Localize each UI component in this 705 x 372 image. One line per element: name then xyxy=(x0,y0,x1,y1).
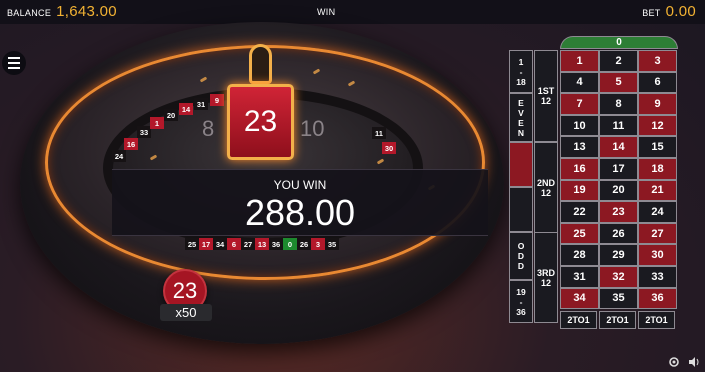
bet-cell-11[interactable]: 11 xyxy=(599,114,638,137)
bet-cell-22[interactable]: 22 xyxy=(560,201,599,223)
win-panel: YOU WIN 288.00 xyxy=(112,169,488,236)
bet-cell-8[interactable]: 8 xyxy=(599,93,638,115)
bet-cell-32[interactable]: 32 xyxy=(599,266,638,288)
bet-cell-35[interactable]: 35 xyxy=(599,287,638,310)
bet-cell-34[interactable]: 34 xyxy=(560,287,599,310)
bet-cell-10[interactable]: 10 xyxy=(560,114,599,137)
win-amount: 288.00 xyxy=(244,192,356,233)
bet-cell-21[interactable]: 21 xyxy=(638,179,677,202)
bet-cell-2[interactable]: 2 xyxy=(599,50,638,72)
winning-number-tile: 23 xyxy=(227,84,294,160)
bet-cell-26[interactable]: 26 xyxy=(599,222,638,245)
bet-dozen-2[interactable]: 2ND 12 xyxy=(534,142,558,234)
win-label: WIN xyxy=(317,7,336,17)
bet-cell-zero[interactable]: 0 xyxy=(560,36,678,49)
bet-cell-25[interactable]: 25 xyxy=(560,222,599,245)
bet-odd[interactable]: ODD xyxy=(509,232,533,280)
bet-cell-28[interactable]: 28 xyxy=(560,244,599,266)
bet-cell-14[interactable]: 14 xyxy=(599,136,638,158)
bet-cell-24[interactable]: 24 xyxy=(638,201,677,223)
bet-cell-16[interactable]: 16 xyxy=(560,158,599,180)
bet-red[interactable] xyxy=(509,142,533,187)
hamburger-icon xyxy=(8,57,20,59)
bet-dozen-1[interactable]: 1ST 12 xyxy=(534,50,558,142)
top-bar: BALANCE 1,643.00 WIN BET 0.00 xyxy=(0,0,705,24)
sound-icon[interactable] xyxy=(688,356,700,368)
balance-display: BALANCE 1,643.00 xyxy=(7,3,117,20)
bet-cell-12[interactable]: 12 xyxy=(638,114,677,137)
win-title: YOU WIN xyxy=(273,178,327,192)
last-result-number: 23 xyxy=(172,278,198,303)
gear-icon[interactable] xyxy=(668,356,680,368)
bet-label: BET xyxy=(642,8,661,18)
bet-cell-3[interactable]: 3 xyxy=(638,50,677,72)
bet-even[interactable]: EVEN xyxy=(509,93,533,142)
bet-cell-19[interactable]: 19 xyxy=(560,179,599,202)
bet-cell-36[interactable]: 36 xyxy=(638,287,677,310)
bet-column-1[interactable]: 2TO1 xyxy=(560,311,597,330)
bet-value: 0.00 xyxy=(665,3,696,20)
bet-cell-33[interactable]: 33 xyxy=(638,266,677,288)
bet-cell-23[interactable]: 23 xyxy=(599,201,638,223)
menu-button[interactable] xyxy=(2,51,26,75)
bet-cell-6[interactable]: 6 xyxy=(638,71,677,94)
bet-cell-13[interactable]: 13 xyxy=(560,136,599,158)
multiplier-badge: x50 xyxy=(160,304,212,321)
bet-cell-7[interactable]: 7 xyxy=(560,93,599,115)
bet-column-2[interactable]: 2TO1 xyxy=(599,311,636,330)
bet-cell-4[interactable]: 4 xyxy=(560,71,599,94)
bet-cell-27[interactable]: 27 xyxy=(638,222,677,245)
wheel-left-number: 8 xyxy=(202,116,215,141)
wheel-right-number: 10 xyxy=(300,116,325,141)
bet-black[interactable] xyxy=(509,187,533,232)
bet-dozen-3[interactable]: 3RD 12 xyxy=(534,232,558,323)
bet-cell-5[interactable]: 5 xyxy=(599,71,638,94)
bet-cell-9[interactable]: 9 xyxy=(638,93,677,115)
bet-cell-20[interactable]: 20 xyxy=(599,179,638,202)
bet-cell-31[interactable]: 31 xyxy=(560,266,599,288)
bet-cell-30[interactable]: 30 xyxy=(638,244,677,266)
bet-cell-17[interactable]: 17 xyxy=(599,158,638,180)
balance-label: BALANCE xyxy=(7,8,52,18)
result-pin-icon xyxy=(249,44,272,84)
bet-cell-1[interactable]: 1 xyxy=(560,50,599,72)
bet-cell-18[interactable]: 18 xyxy=(638,158,677,180)
bet-column-3[interactable]: 2TO1 xyxy=(638,311,675,330)
bet-19-36[interactable]: 19-36 xyxy=(509,280,533,323)
bet-cell-29[interactable]: 29 xyxy=(599,244,638,266)
bet-display: BET 0.00 xyxy=(642,3,696,20)
bet-1-18[interactable]: 1-18 xyxy=(509,50,533,93)
balance-value: 1,643.00 xyxy=(56,3,117,20)
winning-number: 23 xyxy=(243,105,278,138)
bet-cell-15[interactable]: 15 xyxy=(638,136,677,158)
